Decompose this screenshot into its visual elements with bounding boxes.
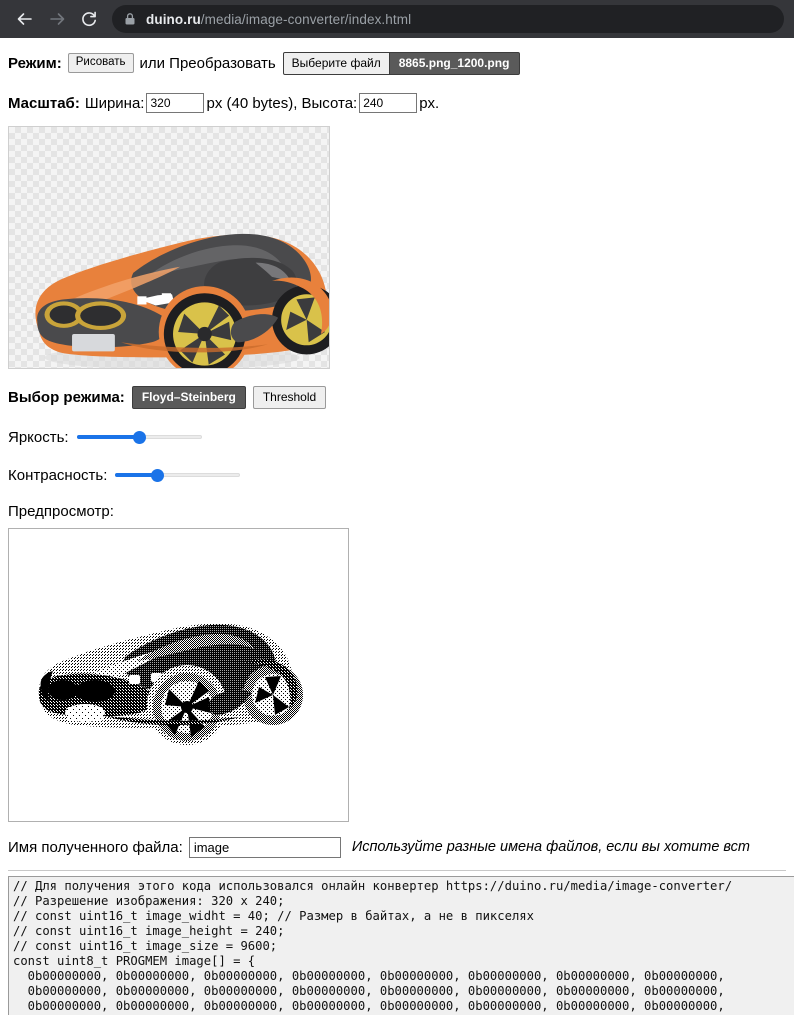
brightness-slider[interactable] (76, 429, 202, 445)
file-choose-button[interactable]: Выберите файл (283, 52, 390, 74)
filename-label: Имя полученного файла: (8, 838, 183, 856)
address-bar[interactable]: duino.ru/media/image-converter/index.htm… (112, 5, 784, 33)
px-bytes-text: px (40 bytes), Высота: (206, 94, 358, 112)
preview-label: Предпросмотр: (8, 503, 114, 520)
file-input[interactable]: Выберите файл 8865.png_1200.png (282, 51, 521, 75)
px-suffix-text: px. (419, 94, 440, 112)
back-button[interactable] (10, 4, 40, 34)
or-convert-text: или Преобразовать (139, 54, 276, 72)
contrast-label: Контрасность: (8, 466, 108, 484)
brightness-row: Яркость: (8, 427, 786, 447)
source-car-image (35, 233, 329, 368)
mode-label: Режим: (8, 54, 62, 72)
filename-hint-text: Используйте разные имена файлов, если вы… (351, 839, 750, 855)
mode-select-row: Выбор режима: Floyd–Steinberg Threshold (8, 385, 786, 409)
mode-option-floyd-steinberg[interactable]: Floyd–Steinberg (131, 385, 246, 409)
reload-icon (79, 9, 99, 29)
draw-button[interactable]: Рисовать (67, 53, 134, 73)
contrast-slider-thumb[interactable] (150, 469, 164, 482)
mode-select-label: Выбор режима: (8, 388, 125, 406)
contrast-slider[interactable] (115, 467, 241, 483)
mode-option-threshold[interactable]: Threshold (252, 385, 327, 409)
url-path: /media/image-converter/index.html (200, 11, 412, 27)
forward-button[interactable] (42, 4, 72, 34)
brightness-slider-fill (76, 435, 140, 439)
url-host: duino.ru (146, 11, 201, 27)
page-content: Режим: Рисовать или Преобразовать Выбери… (0, 38, 794, 1015)
width-input[interactable] (146, 93, 205, 113)
scale-label: Масштаб: (8, 94, 80, 112)
lock-icon (124, 12, 136, 26)
reload-button[interactable] (74, 4, 104, 34)
contrast-row: Контрасность: (8, 465, 786, 485)
filename-input[interactable] (188, 836, 341, 858)
width-label: Ширина: (84, 94, 145, 112)
brightness-slider-thumb[interactable] (133, 431, 147, 444)
height-input[interactable] (359, 93, 418, 113)
url-text: duino.ru/media/image-converter/index.htm… (146, 12, 411, 27)
forward-arrow-icon (47, 9, 67, 29)
back-arrow-icon (15, 9, 35, 29)
file-name-label: 8865.png_1200.png (398, 56, 510, 70)
source-image-preview (8, 126, 330, 369)
dithered-car-image (9, 529, 348, 821)
browser-toolbar: duino.ru/media/image-converter/index.htm… (0, 0, 794, 38)
dithered-preview (8, 528, 349, 822)
brightness-label: Яркость: (8, 428, 69, 446)
divider (8, 870, 786, 871)
mode-row: Режим: Рисовать или Преобразовать Выбери… (8, 51, 786, 75)
filename-row: Имя полученного файла: Используйте разны… (8, 835, 786, 859)
code-output-textarea[interactable]: // Для получения этого кода использовалс… (8, 876, 794, 1015)
scale-row: Масштаб: Ширина: px (40 bytes), Высота: … (8, 91, 786, 115)
